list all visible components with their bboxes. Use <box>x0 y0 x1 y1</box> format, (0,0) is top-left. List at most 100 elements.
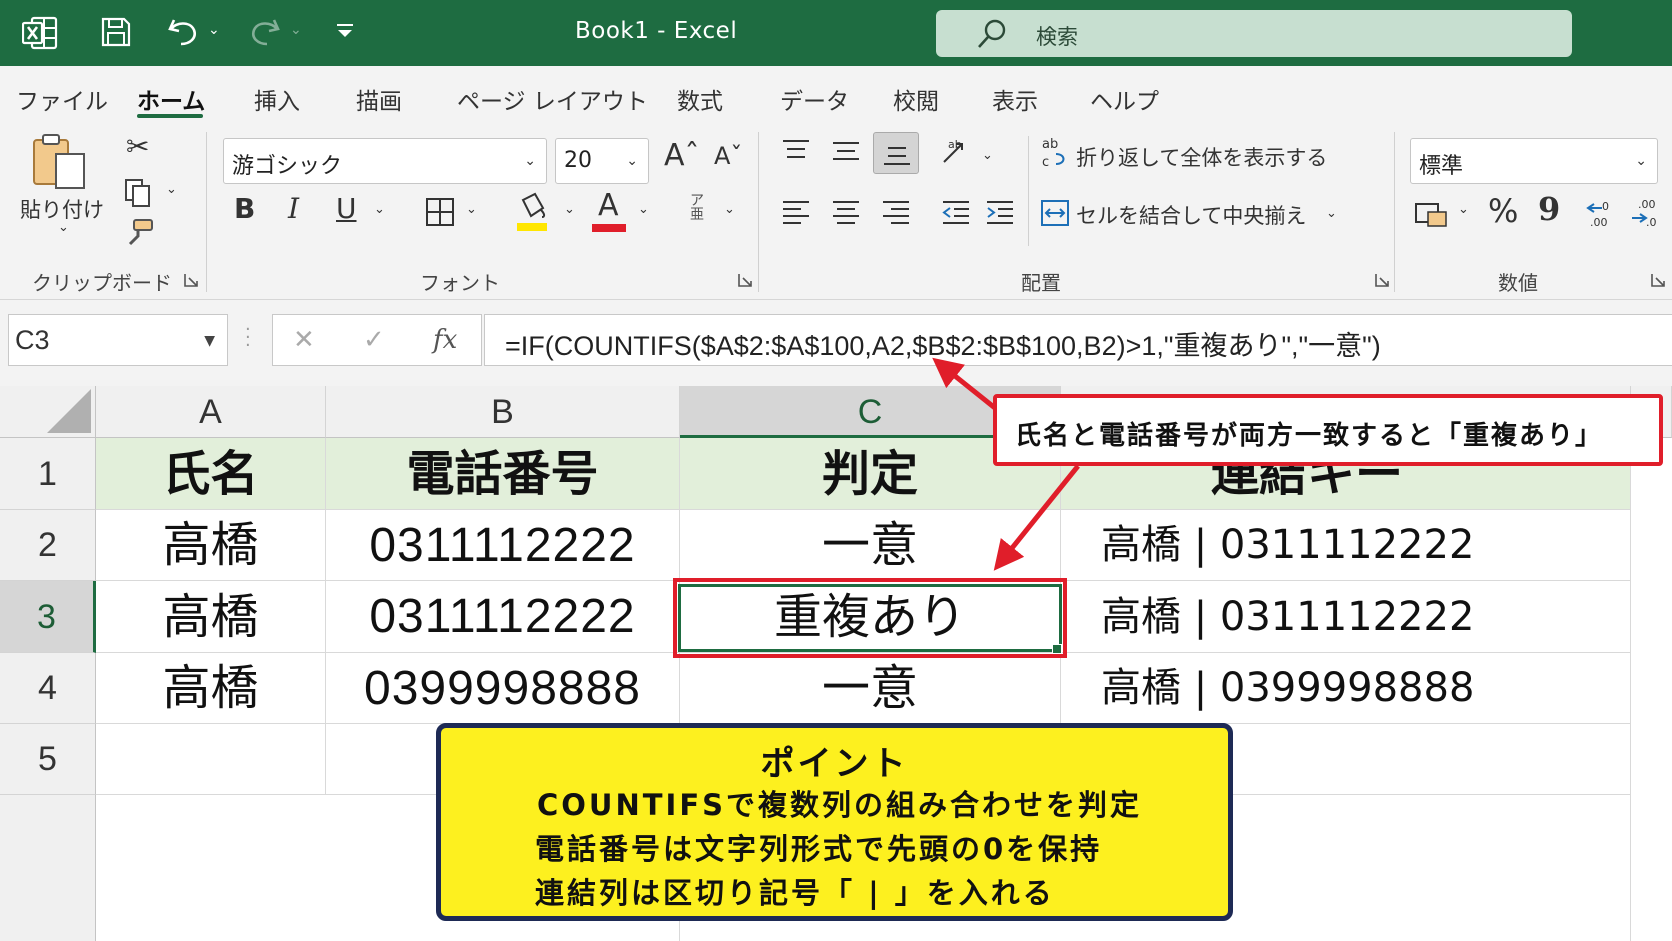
cell-b1[interactable]: 電話番号 <box>326 438 680 510</box>
cell-d2[interactable]: 高橋 | 0311112222 <box>1061 510 1631 581</box>
merge-center-icon[interactable] <box>1040 198 1070 228</box>
undo-icon[interactable] <box>166 16 200 48</box>
cell-d3[interactable]: 高橋 | 0311112222 <box>1061 581 1631 653</box>
tab-view[interactable]: 表示 <box>992 82 1038 116</box>
undo-dropdown-icon[interactable]: ⌄ <box>208 22 220 38</box>
chevron-down-icon: ⌄ <box>626 153 638 169</box>
cell-a1[interactable]: 氏名 <box>96 438 326 510</box>
orientation-icon[interactable]: ab <box>940 136 974 166</box>
align-right-icon[interactable] <box>880 198 912 228</box>
paste-dropdown-icon[interactable]: ⌄ <box>58 220 69 235</box>
point-line-2: 電話番号は文字列形式で先頭の0を保持 <box>535 832 1103 866</box>
tab-help[interactable]: ヘルプ <box>1090 82 1159 116</box>
cut-icon[interactable]: ✂ <box>126 130 149 163</box>
save-icon[interactable] <box>100 16 132 48</box>
increase-indent-icon[interactable] <box>984 198 1016 228</box>
cancel-icon[interactable]: ✕ <box>293 325 315 355</box>
customize-qat-icon[interactable] <box>334 16 356 42</box>
clipboard-launcher-icon[interactable] <box>183 272 199 288</box>
copy-icon[interactable] <box>124 178 152 208</box>
align-left-icon[interactable] <box>780 198 812 228</box>
font-name-select[interactable]: 游ゴシック ⌄ <box>223 138 547 184</box>
borders-dropdown-icon[interactable]: ⌄ <box>466 202 477 217</box>
tab-data[interactable]: データ <box>780 82 849 116</box>
wrap-text-label[interactable]: 折り返して全体を表示する <box>1076 142 1327 172</box>
decrease-font-size-icon[interactable]: Aˇ <box>714 142 742 170</box>
tab-page-layout[interactable]: ページ レイアウト <box>457 82 648 116</box>
cell-a2[interactable]: 高橋 <box>96 510 326 581</box>
chevron-down-icon[interactable]: ▼ <box>204 333 215 349</box>
row-header-5[interactable]: 5 <box>0 724 96 795</box>
accounting-format-icon[interactable] <box>1414 200 1448 228</box>
merge-dropdown-icon[interactable]: ⌄ <box>1326 206 1337 221</box>
bold-button[interactable]: B <box>234 192 255 225</box>
percent-style-button[interactable]: % <box>1488 192 1518 230</box>
title-bar: ⌄ ⌄ Book1 - Excel 検索 <box>0 0 1672 66</box>
fill-color-dropdown-icon[interactable]: ⌄ <box>564 202 575 217</box>
alignment-launcher-icon[interactable] <box>1374 272 1390 288</box>
cell-a5[interactable] <box>96 724 326 795</box>
tab-draw[interactable]: 描画 <box>356 82 402 116</box>
tab-home[interactable]: ホーム <box>137 82 205 116</box>
font-launcher-icon[interactable] <box>737 272 753 288</box>
row-header-blank <box>0 795 96 941</box>
comma-style-button[interactable]: 9 <box>1538 190 1560 228</box>
font-color-dropdown-icon[interactable]: ⌄ <box>638 202 649 217</box>
column-header-b[interactable]: B <box>326 386 680 438</box>
cell-b4[interactable]: 0399998888 <box>326 653 680 724</box>
italic-button[interactable]: I <box>288 192 299 225</box>
format-painter-icon[interactable] <box>124 218 154 248</box>
borders-icon[interactable] <box>424 196 456 228</box>
phonetic-guide-icon[interactable]: ア亜 <box>690 194 704 222</box>
redo-dropdown-icon[interactable]: ⌄ <box>290 22 302 38</box>
merge-center-label[interactable]: セルを結合して中央揃え <box>1076 200 1306 230</box>
orientation-dropdown-icon[interactable]: ⌄ <box>982 148 993 163</box>
cell-b3[interactable]: 0311112222 <box>326 581 680 653</box>
cell-d4[interactable]: 高橋 | 0399998888 <box>1061 653 1631 724</box>
tab-review[interactable]: 校閲 <box>893 82 939 116</box>
align-middle-icon[interactable] <box>830 138 862 164</box>
accounting-dropdown-icon[interactable]: ⌄ <box>1458 202 1469 217</box>
cell-b2[interactable]: 0311112222 <box>326 510 680 581</box>
cell-c4[interactable]: 一意 <box>680 653 1061 724</box>
row-header-2[interactable]: 2 <box>0 510 96 581</box>
number-launcher-icon[interactable] <box>1650 272 1666 288</box>
enter-icon[interactable]: ✓ <box>363 325 385 355</box>
column-header-a[interactable]: A <box>96 386 326 438</box>
align-top-icon[interactable] <box>780 138 812 164</box>
phonetic-dropdown-icon[interactable]: ⌄ <box>724 202 735 217</box>
select-all-button[interactable] <box>0 386 96 438</box>
ribbon-home: 貼り付け ⌄ ✂ ⌄ クリップボード 游ゴシック ⌄ 20 ⌄ Aˆ Aˇ B … <box>0 122 1672 300</box>
tab-formulas[interactable]: 数式 <box>677 82 723 116</box>
tab-file[interactable]: ファイル <box>16 82 108 116</box>
redo-icon[interactable] <box>248 16 282 48</box>
underline-button[interactable]: U <box>336 192 357 225</box>
increase-font-size-icon[interactable]: Aˆ <box>664 138 700 173</box>
insert-function-icon[interactable]: fx <box>433 325 457 355</box>
align-bottom-button[interactable] <box>873 132 919 174</box>
decrease-decimal-icon[interactable]: .00 .0 <box>1628 196 1662 230</box>
decrease-indent-icon[interactable] <box>940 198 972 228</box>
formula-bar-grip-icon[interactable]: · · · <box>245 321 251 355</box>
paste-icon[interactable] <box>30 132 90 192</box>
name-box[interactable]: C3 ▼ <box>8 314 228 366</box>
fill-color-icon[interactable] <box>515 192 549 232</box>
font-color-icon[interactable]: A <box>592 188 626 232</box>
increase-decimal-icon[interactable]: 0 .00 <box>1584 196 1618 230</box>
number-format-select[interactable]: 標準 ⌄ <box>1410 138 1658 184</box>
underline-dropdown-icon[interactable]: ⌄ <box>374 202 385 217</box>
wrap-text-icon[interactable]: ab c <box>1040 136 1070 170</box>
align-center-icon[interactable] <box>830 198 862 228</box>
row-header-1[interactable]: 1 <box>0 438 96 510</box>
cell-a3[interactable]: 高橋 <box>96 581 326 653</box>
search-box[interactable]: 検索 <box>936 10 1572 57</box>
cell-a4[interactable]: 高橋 <box>96 653 326 724</box>
font-size-select[interactable]: 20 ⌄ <box>555 138 649 184</box>
cell-c2[interactable]: 一意 <box>680 510 1061 581</box>
row-header-3[interactable]: 3 <box>0 581 96 653</box>
excel-app-icon[interactable] <box>22 16 58 50</box>
formula-input[interactable]: =IF(COUNTIFS($A$2:$A$100,A2,$B$2:$B$100,… <box>484 314 1672 366</box>
row-header-4[interactable]: 4 <box>0 653 96 724</box>
copy-dropdown-icon[interactable]: ⌄ <box>166 182 177 197</box>
tab-insert[interactable]: 挿入 <box>254 82 300 116</box>
